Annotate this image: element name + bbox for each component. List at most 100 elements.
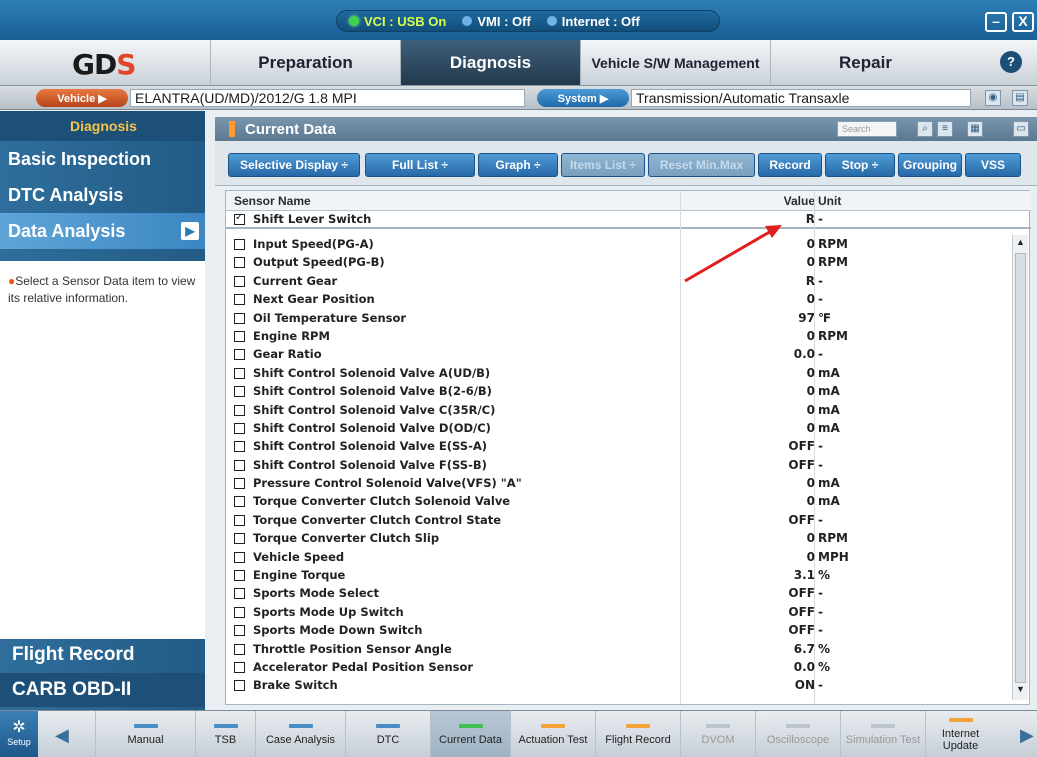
stop-button[interactable]: Stop ÷ bbox=[825, 153, 895, 177]
grouping-button[interactable]: Grouping bbox=[898, 153, 962, 177]
bottom-button-manual[interactable]: Manual bbox=[95, 711, 195, 757]
sidebar-item-flight-record[interactable]: Flight Record bbox=[0, 638, 205, 672]
column-value[interactable]: Value bbox=[784, 194, 815, 208]
table-row[interactable]: Engine Torque 3.1% bbox=[226, 567, 1012, 585]
graph-view-icon[interactable]: ▦ bbox=[967, 121, 983, 137]
bottom-button-internet-update[interactable]: Internet Update bbox=[925, 711, 995, 757]
bottom-button-oscilloscope[interactable]: Oscilloscope bbox=[755, 711, 840, 757]
row-checkbox[interactable] bbox=[234, 459, 245, 471]
table-row[interactable]: Shift Control Solenoid Valve C(35R/C) 0 mA bbox=[226, 402, 1012, 420]
row-checkbox[interactable] bbox=[234, 312, 245, 324]
table-row[interactable]: Sports Mode Up Switch OFF - bbox=[226, 604, 1012, 622]
row-checkbox[interactable] bbox=[234, 441, 245, 453]
table-row[interactable]: Shift Control Solenoid Valve E(SS-A) OFF - bbox=[226, 438, 1012, 456]
table-row[interactable]: Sports Mode Down Switch OFF - bbox=[226, 622, 1012, 640]
table-row[interactable]: Shift Control Solenoid Valve B(2-6/B) 0 mA bbox=[226, 383, 1012, 401]
sidebar-item-carb-obd[interactable]: CARB OBD-II bbox=[0, 673, 205, 707]
row-checkbox[interactable] bbox=[234, 422, 245, 434]
sidebar-item-basic-inspection[interactable]: Basic Inspection bbox=[0, 141, 205, 177]
row-checkbox[interactable] bbox=[234, 533, 245, 545]
table-row[interactable]: Pressure Control Solenoid Valve(VFS) "A"… bbox=[226, 475, 1012, 493]
table-scrollbar[interactable]: ▲ ▼ bbox=[1012, 235, 1028, 700]
bottom-button-simulation-test[interactable]: Simulation Test bbox=[840, 711, 925, 757]
tab-vehicle-sw-management[interactable]: Vehicle S/W Management bbox=[580, 40, 770, 85]
list-view-icon[interactable]: ≡ bbox=[937, 121, 953, 137]
table-row[interactable]: Shift Control Solenoid Valve D(OD/C) 0 mA bbox=[226, 420, 1012, 438]
items-list-button[interactable]: Items List ÷ bbox=[561, 153, 645, 177]
column-unit[interactable]: Unit bbox=[818, 194, 841, 208]
layout-icon[interactable]: ▭ bbox=[1013, 121, 1029, 137]
bottom-button-tsb[interactable]: TSB bbox=[195, 711, 255, 757]
row-checkbox[interactable] bbox=[234, 680, 245, 692]
pinned-row[interactable]: Shift Lever Switch R - bbox=[226, 211, 1031, 230]
row-checkbox[interactable] bbox=[234, 386, 245, 398]
table-row[interactable]: Oil Temperature Sensor 97 ℉ bbox=[226, 310, 1012, 328]
tab-preparation[interactable]: Preparation bbox=[210, 40, 400, 85]
row-checkbox[interactable] bbox=[234, 478, 245, 490]
row-checkbox[interactable] bbox=[234, 294, 245, 306]
table-row[interactable]: Vehicle Speed 0 MPH bbox=[226, 549, 1012, 567]
minimize-button[interactable]: – bbox=[985, 12, 1007, 32]
column-sensor-name[interactable]: Sensor Name bbox=[234, 194, 311, 208]
table-row[interactable]: Torque Converter Clutch Solenoid Valve 0 m… bbox=[226, 493, 1012, 511]
row-checkbox[interactable] bbox=[234, 239, 245, 250]
scroll-up-icon[interactable]: ▲ bbox=[1014, 237, 1027, 251]
graph-button[interactable]: Graph ÷ bbox=[478, 153, 558, 177]
table-row[interactable]: Throttle Position Sensor Angle 6.7% bbox=[226, 641, 1012, 659]
row-checkbox[interactable] bbox=[234, 349, 245, 361]
record-button[interactable]: Record bbox=[758, 153, 822, 177]
system-select-button[interactable]: System ▶ bbox=[537, 89, 629, 107]
row-checkbox[interactable] bbox=[234, 625, 245, 637]
row-checkbox[interactable] bbox=[234, 496, 245, 508]
bottom-button-case-analysis[interactable]: Case Analysis bbox=[255, 711, 345, 757]
row-checkbox[interactable] bbox=[234, 514, 245, 526]
help-icon[interactable]: ? bbox=[1000, 51, 1022, 73]
row-checkbox[interactable] bbox=[234, 367, 245, 379]
vss-button[interactable]: VSS bbox=[965, 153, 1021, 177]
table-row[interactable]: Output Speed(PG-B) 0 RPM bbox=[226, 254, 1012, 272]
search-input[interactable]: Search bbox=[837, 121, 897, 137]
tab-repair[interactable]: Repair bbox=[770, 40, 960, 85]
table-row[interactable]: Torque Converter Clutch Control State OFF… bbox=[226, 512, 1012, 530]
prev-arrow-icon[interactable]: ◀ bbox=[55, 725, 69, 746]
table-row[interactable]: Input Speed(PG-A) 0 RPM bbox=[226, 236, 1012, 254]
row-checkbox[interactable] bbox=[234, 661, 245, 673]
sidebar-item-dtc-analysis[interactable]: DTC Analysis bbox=[0, 177, 205, 213]
scroll-thumb[interactable] bbox=[1015, 253, 1026, 683]
row-checkbox[interactable] bbox=[234, 257, 245, 269]
full-list-button[interactable]: Full List ÷ bbox=[365, 153, 475, 177]
row-checkbox[interactable] bbox=[234, 212, 245, 225]
table-row[interactable]: Shift Control Solenoid Valve A(UD/B) 0 mA bbox=[226, 365, 1012, 383]
vehicle-select-button[interactable]: Vehicle ▶ bbox=[36, 89, 128, 107]
row-checkbox[interactable] bbox=[234, 643, 245, 655]
tab-diagnosis[interactable]: Diagnosis bbox=[400, 40, 580, 85]
sidebar-item-data-analysis[interactable]: Data Analysis ▶ bbox=[0, 213, 205, 249]
table-row[interactable]: Torque Converter Clutch Slip 0 RPM bbox=[226, 530, 1012, 548]
row-checkbox[interactable] bbox=[234, 588, 245, 600]
table-row[interactable]: Sports Mode Select OFF - bbox=[226, 585, 1012, 603]
close-button[interactable]: X bbox=[1012, 12, 1034, 32]
row-checkbox[interactable] bbox=[234, 330, 245, 342]
table-row[interactable]: Brake Switch ON - bbox=[226, 677, 1012, 695]
row-checkbox[interactable] bbox=[234, 551, 245, 563]
table-row[interactable]: Gear Ratio 0.0- bbox=[226, 346, 1012, 364]
selective-display-button[interactable]: Selective Display ÷ bbox=[228, 153, 360, 177]
bottom-button-current-data[interactable]: Current Data bbox=[430, 711, 510, 757]
next-arrow-icon[interactable]: ▶ bbox=[1020, 725, 1034, 746]
bottom-button-flight-record[interactable]: Flight Record bbox=[595, 711, 680, 757]
bottom-button-actuation-test[interactable]: Actuation Test bbox=[510, 711, 595, 757]
table-row[interactable]: Shift Control Solenoid Valve F(SS-B) OFF - bbox=[226, 457, 1012, 475]
table-row[interactable]: Accelerator Pedal Position Sensor 0.0% bbox=[226, 659, 1012, 677]
camera-icon[interactable]: ◉ bbox=[985, 90, 1001, 106]
print-icon[interactable]: ▤ bbox=[1012, 90, 1028, 106]
row-checkbox[interactable] bbox=[234, 606, 245, 618]
setup-button[interactable]: ✲ Setup bbox=[0, 711, 38, 757]
row-checkbox[interactable] bbox=[234, 404, 245, 416]
search-icon[interactable]: ⌕ bbox=[917, 121, 933, 137]
bottom-button-dvom[interactable]: DVOM bbox=[680, 711, 755, 757]
row-checkbox[interactable] bbox=[234, 275, 245, 287]
reset-min-max-button[interactable]: Reset Min.Max bbox=[648, 153, 755, 177]
table-row[interactable]: Engine RPM 0 RPM bbox=[226, 328, 1012, 346]
bottom-button-dtc[interactable]: DTC bbox=[345, 711, 430, 757]
table-row[interactable]: Next Gear Position 0- bbox=[226, 291, 1012, 309]
